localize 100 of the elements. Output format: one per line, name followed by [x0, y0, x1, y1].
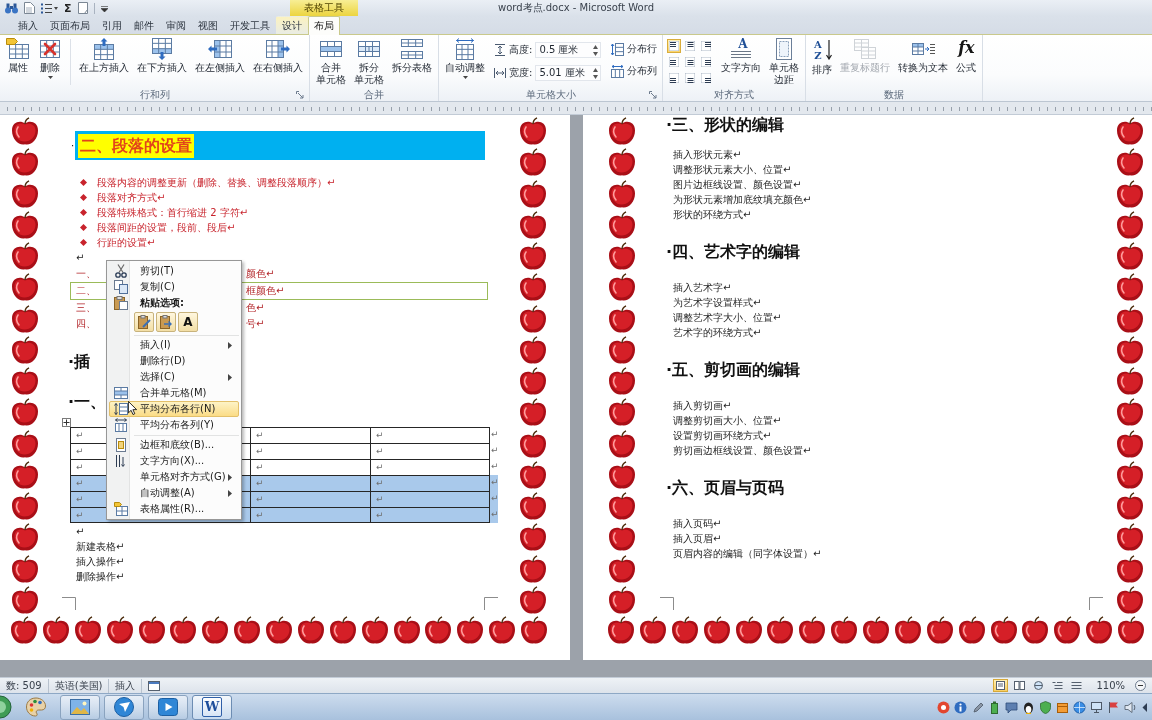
flag-icon[interactable] — [1107, 700, 1120, 714]
apple-icon — [608, 398, 636, 428]
taskbar-app-button[interactable] — [148, 694, 188, 720]
down-arrow-icon — [825, 40, 832, 60]
globe-icon[interactable] — [1073, 700, 1086, 714]
autofit-button[interactable]: 自动调整 — [442, 37, 488, 79]
apple-icon — [41, 615, 70, 645]
split-table-button[interactable]: 拆分表格 — [389, 37, 435, 74]
sum-icon[interactable]: Σ — [64, 1, 72, 15]
taskbar-app-button[interactable]: W — [192, 694, 232, 720]
cell-margins-button[interactable]: 单元格 边距 — [766, 37, 803, 86]
ribbon-tab[interactable]: 设计 — [276, 16, 308, 34]
height-field[interactable]: 0.5 厘米 — [535, 42, 602, 58]
paste-option-button[interactable] — [156, 312, 176, 332]
align-lines-icon — [701, 57, 712, 67]
table-move-handle-icon[interactable] — [62, 418, 71, 427]
dialog-launcher-icon[interactable] — [296, 90, 304, 99]
ribbon-tab[interactable]: 开发工具 — [224, 16, 276, 34]
apple-icon — [201, 615, 230, 645]
dialog-launcher-icon[interactable] — [649, 90, 658, 99]
ribbon-tab[interactable]: 审阅 — [160, 16, 192, 34]
menu-item[interactable]: 剪切(T) — [109, 263, 239, 279]
align-button[interactable] — [683, 55, 698, 69]
menu-item[interactable]: 选择(C) — [109, 369, 239, 385]
ribbon-tab[interactable]: 视图 — [192, 16, 224, 34]
binoculars-icon[interactable] — [5, 2, 18, 14]
document-icon[interactable] — [24, 2, 35, 14]
insert-below-button[interactable]: 在下方插入 — [134, 37, 190, 74]
spin-arrows-icon[interactable] — [593, 44, 599, 56]
taskbar-app-button[interactable] — [104, 694, 144, 720]
align-button[interactable] — [667, 55, 682, 69]
view-button[interactable] — [1012, 679, 1028, 692]
apple-icon — [638, 615, 667, 645]
align-button[interactable] — [699, 71, 714, 85]
row-end-mark: ↵ — [490, 444, 498, 457]
insert-right-button[interactable]: 在右侧插入 — [250, 37, 306, 74]
distribute-columns-button[interactable]: 分布列 — [611, 64, 658, 78]
monitor-icon[interactable] — [1090, 700, 1103, 714]
align-button[interactable] — [667, 71, 682, 85]
pen-icon[interactable] — [971, 700, 984, 714]
table-cell: ↵ — [250, 427, 370, 443]
apple-icon — [608, 367, 636, 397]
menu-item[interactable]: 插入(I) — [109, 337, 239, 353]
row-end-mark: ↵ — [490, 507, 498, 523]
apple-icon — [424, 615, 453, 645]
sort-button[interactable]: AZ 排序 — [809, 37, 836, 76]
insert-column-left-icon — [208, 38, 232, 60]
ribbon-tab[interactable]: 插入 — [12, 16, 44, 34]
list-text: 形状的环绕方式↵ — [673, 208, 753, 222]
delete-button[interactable]: 删除 — [35, 37, 65, 79]
menu-item[interactable]: 复制(C) — [109, 279, 239, 295]
merge-cells-button[interactable]: 合并 单元格 — [313, 37, 349, 86]
apple-icon — [10, 615, 38, 645]
paste-option-button[interactable]: A — [178, 312, 198, 332]
insert-left-button[interactable]: 在左侧插入 — [192, 37, 248, 74]
apple-icon — [670, 615, 699, 645]
text-direction-button[interactable]: A 文字方向 — [718, 37, 765, 74]
align-button[interactable] — [667, 39, 682, 53]
properties-button[interactable]: 属性 — [3, 37, 33, 74]
macro-icon[interactable] — [148, 680, 161, 691]
ribbon-tab[interactable]: 布局 — [308, 16, 340, 35]
view-button[interactable] — [993, 679, 1009, 692]
paste-option-button[interactable] — [134, 312, 154, 332]
spin-arrows-icon[interactable] — [593, 67, 599, 79]
caret-icon[interactable] — [100, 4, 108, 12]
view-button[interactable] — [1050, 679, 1066, 692]
formula-button[interactable]: fx 公式 — [953, 37, 980, 74]
info-icon[interactable] — [954, 700, 967, 714]
speaker-icon[interactable] — [1124, 700, 1137, 714]
ribbon-tab[interactable]: 页面布局 — [44, 16, 96, 34]
align-button[interactable] — [699, 55, 714, 69]
chat-icon[interactable] — [1005, 700, 1018, 714]
align-lines-icon — [685, 73, 696, 83]
distribute-rows-button[interactable]: 分布行 — [611, 42, 658, 56]
split-cells-button[interactable]: 拆分 单元格 — [351, 37, 387, 86]
align-button[interactable] — [683, 71, 698, 85]
zoom-out-icon[interactable] — [1135, 680, 1146, 691]
menu-item[interactable]: 平均分布各行(N) — [109, 401, 239, 417]
field-label: 宽度: — [509, 67, 533, 79]
align-button[interactable] — [699, 39, 714, 53]
bullet-list-icon[interactable] — [41, 2, 58, 14]
battery-icon[interactable] — [988, 700, 1001, 714]
taskbar-app-button[interactable] — [60, 694, 100, 720]
align-button[interactable] — [683, 39, 698, 53]
ribbon-tab[interactable]: 引用 — [96, 16, 128, 34]
diamond-bullet-icon — [80, 239, 87, 246]
ribbon-tab[interactable]: 邮件 — [128, 16, 160, 34]
package-icon[interactable] — [1056, 700, 1069, 714]
apple-icon — [519, 335, 547, 365]
page-icon[interactable] — [77, 2, 88, 14]
menu-item[interactable]: 删除行(D) — [109, 353, 239, 369]
view-button[interactable] — [1069, 679, 1085, 692]
insert-above-button[interactable]: 在上方插入 — [76, 37, 132, 74]
start-orb-icon[interactable] — [0, 695, 12, 719]
corner-mark-icon — [62, 597, 76, 610]
convert-to-text-button[interactable]: 转换为文本 — [895, 37, 952, 74]
menu-item[interactable]: 合并单元格(M) — [109, 385, 239, 401]
ring-icon[interactable] — [937, 700, 950, 714]
width-field[interactable]: 5.01 厘米 — [535, 65, 602, 81]
penguin-icon[interactable] — [1022, 700, 1035, 714]
